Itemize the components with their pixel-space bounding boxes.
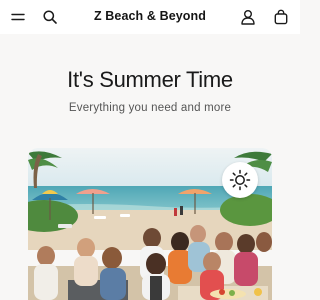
search-button[interactable] xyxy=(40,7,60,27)
brand-logo[interactable]: Z Beach & Beyond xyxy=(75,9,225,23)
account-button[interactable] xyxy=(238,7,258,27)
theme-toggle-button[interactable] xyxy=(222,162,258,198)
site-header: Z Beach & Beyond xyxy=(0,0,300,34)
account-icon xyxy=(241,10,255,25)
search-icon xyxy=(43,10,57,24)
menu-button[interactable] xyxy=(8,7,28,27)
hero-subtitle: Everything you need and more xyxy=(68,102,232,114)
hero-title: It's Summer Time xyxy=(67,67,233,92)
cart-button[interactable] xyxy=(271,7,291,27)
sun-icon xyxy=(229,169,251,191)
shopping-bag-icon xyxy=(274,9,288,25)
menu-icon xyxy=(11,13,25,21)
